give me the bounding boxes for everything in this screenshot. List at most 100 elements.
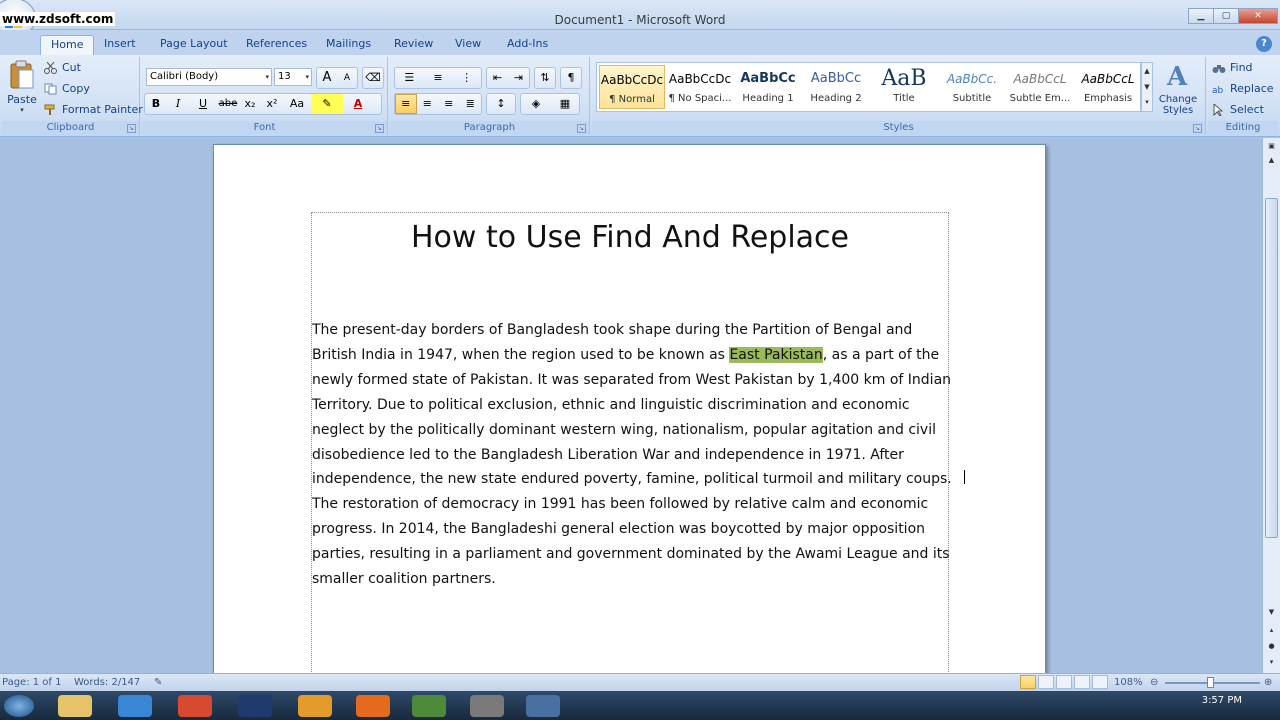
clipboard-launcher-icon[interactable]: ↘ [127,124,136,133]
paste-button[interactable]: Paste ▾ [5,60,39,118]
outline-icon[interactable] [1074,675,1090,689]
bullets-icon[interactable]: ☰ [395,68,424,88]
subscript-button[interactable]: x₂ [239,94,261,114]
replace-button[interactable]: ab Replace [1212,80,1274,98]
styles-gallery-scroll[interactable]: ▲ ▼ ▾ [1141,62,1153,112]
chevron-up-icon[interactable]: ▲ [1142,63,1152,79]
minimize-button[interactable]: ▁ [1188,8,1214,24]
zoom-slider-thumb[interactable] [1207,677,1214,688]
app-icon[interactable] [470,695,504,717]
paragraph-launcher-icon[interactable]: ↘ [577,124,586,133]
tab-home[interactable]: Home [40,35,95,55]
style-heading-1[interactable]: AaBbCc Heading 1 [735,65,801,109]
font-launcher-icon[interactable]: ↘ [375,124,384,133]
decrease-indent-icon[interactable]: ⇤ [487,68,508,88]
bold-button[interactable]: B [145,94,167,114]
tab-view[interactable]: View [451,35,485,55]
tab-add-ins[interactable]: Add-Ins [503,35,552,55]
superscript-button[interactable]: x² [261,94,283,114]
firefox-icon[interactable] [356,695,390,717]
ruler-toggle-icon[interactable]: ▣ [1265,140,1278,152]
browser-icon[interactable] [178,695,212,717]
grow-font-button[interactable]: A [317,68,337,88]
align-center-icon[interactable]: ≡ [417,94,439,114]
tab-mailings[interactable]: Mailings [322,35,375,55]
document-heading[interactable]: How to Use Find And Replace [312,220,948,255]
tab-review[interactable]: Review [390,35,437,55]
print-layout-icon[interactable] [1020,675,1036,689]
copy-button[interactable]: Copy [44,80,90,98]
chevron-down-icon[interactable]: ▼ [1142,79,1152,95]
document-body[interactable]: The present-day borders of Bangladesh to… [312,318,952,592]
web-layout-icon[interactable] [1056,675,1072,689]
media-icon[interactable] [298,695,332,717]
more-icon[interactable]: ▾ [1142,95,1152,109]
font-size-select[interactable]: 13 ▾ [274,68,312,86]
document-area[interactable]: How to Use Find And Replace The present-… [0,138,1262,673]
vertical-scrollbar[interactable]: ▣ ▲ ▼ ▴ ● ▾ [1262,138,1280,673]
previous-page-icon[interactable]: ▴ [1265,624,1278,636]
start-icon[interactable] [4,695,34,717]
app-icon[interactable] [412,695,446,717]
cut-button[interactable]: Cut [44,59,81,77]
highlight-color-button[interactable]: ✎ [311,94,343,114]
tab-references[interactable]: References [242,35,311,55]
document-page[interactable]: How to Use Find And Replace The present-… [213,144,1046,673]
word-taskbar-icon[interactable] [526,695,560,717]
font-family-select[interactable]: Calibri (Body) ▾ [146,68,272,86]
help-icon[interactable]: ? [1256,36,1272,52]
format-painter-button[interactable]: Format Painter [44,101,143,119]
page-count[interactable]: Page: 1 of 1 [2,676,61,690]
clock[interactable]: 3:57 PM [1202,695,1242,706]
style-heading-2[interactable]: AaBbCc Heading 2 [803,65,869,109]
find-button[interactable]: Find [1212,59,1253,77]
style-no-spacing[interactable]: AaBbCcDc ¶ No Spaci... [667,65,733,109]
maximize-button[interactable]: ▢ [1213,8,1239,24]
clear-formatting-icon[interactable]: ⌫ [363,68,383,88]
style-title[interactable]: AaB Title [871,65,937,109]
pilcrow-icon[interactable]: ¶ [561,68,581,88]
scroll-down-icon[interactable]: ▼ [1265,606,1278,618]
multilevel-list-icon[interactable]: ⋮ [452,68,481,88]
scroll-up-icon[interactable]: ▲ [1265,154,1278,166]
zoom-in-icon[interactable]: ⊕ [1264,676,1272,690]
styles-launcher-icon[interactable]: ↘ [1193,124,1202,133]
align-right-icon[interactable]: ≡ [438,94,460,114]
align-left-icon[interactable]: ≡ [395,94,417,114]
next-page-icon[interactable]: ▾ [1265,656,1278,668]
shading-icon[interactable]: ◈ [521,94,551,114]
tab-page-layout[interactable]: Page Layout [156,35,232,55]
increase-indent-icon[interactable]: ⇥ [508,68,529,88]
style-subtitle[interactable]: AaBbCc. Subtitle [939,65,1005,109]
word-count[interactable]: Words: 2/147 [74,676,140,690]
numbering-icon[interactable]: ≡ [424,68,453,88]
borders-icon[interactable]: ▦ [551,94,579,114]
draft-icon[interactable] [1092,675,1108,689]
style-subtle-emphasis[interactable]: AaBbCcL Subtle Em... [1007,65,1073,109]
scroll-thumb[interactable] [1265,198,1278,538]
underline-button[interactable]: U [189,94,217,114]
style-emphasis[interactable]: AaBbCcL Emphasis [1075,65,1141,109]
select-button[interactable]: Select [1212,101,1264,119]
skype-icon[interactable] [118,695,152,717]
change-case-button[interactable]: Aa [283,94,311,114]
italic-button[interactable]: I [167,94,189,114]
strikethrough-button[interactable]: abe [217,94,239,114]
zoom-out-icon[interactable]: ⊖ [1150,676,1158,690]
sort-icon[interactable]: ⇅ [535,68,555,88]
browse-object-icon[interactable]: ● [1265,640,1278,652]
photoshop-icon[interactable] [238,695,272,717]
full-screen-reading-icon[interactable] [1038,675,1054,689]
proofing-icon[interactable]: ✎ [154,676,162,690]
shrink-font-button[interactable]: A [337,68,357,88]
justify-icon[interactable]: ≣ [460,94,482,114]
folder-icon[interactable] [58,695,92,717]
close-button[interactable]: ✕ [1238,8,1278,24]
font-color-button[interactable]: A [343,94,373,114]
zoom-level[interactable]: 108% [1114,676,1143,690]
paste-dropdown-icon[interactable]: ▾ [5,106,39,114]
tab-insert[interactable]: Insert [100,35,140,55]
style-normal[interactable]: AaBbCcDc ¶ Normal [599,65,665,109]
change-styles-button[interactable]: A Change Styles [1156,61,1200,119]
line-spacing-icon[interactable]: ↕ [487,94,515,114]
